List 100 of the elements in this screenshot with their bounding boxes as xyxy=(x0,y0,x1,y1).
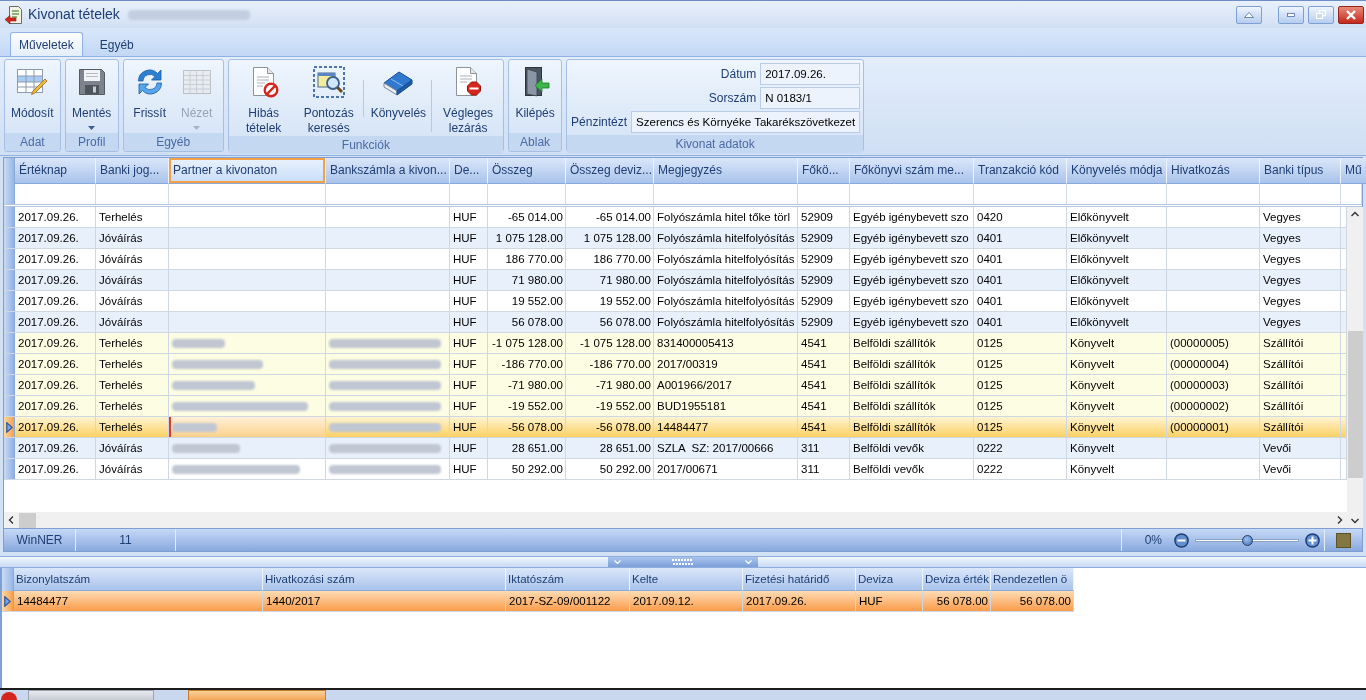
table-row[interactable]: 2017.09.26. Terhelés HUF -65 014.00 -65 014.00 Folyószámla hitel tőke törl 52909 Egyéb igénybevett szo 0420 Előkönyvelt Vegyes xyxy=(4,207,1347,228)
column-header[interactable]: Deviza xyxy=(856,568,923,591)
table-cell: Folyószámla hitelfolyósítás xyxy=(654,249,798,269)
score-search-button[interactable]: Pontozás keresés xyxy=(296,63,361,136)
table-cell: (00000001) xyxy=(1167,417,1260,437)
faulty-items-button[interactable]: Hibás tételek xyxy=(231,63,296,136)
table-row[interactable]: 14484477 1440/2017 2017-SZ-09/001122 2017.09.12. 2017.09.26. HUF 56 078.00 56 078.00 xyxy=(2,591,1074,612)
column-header[interactable]: Tranzakció kód xyxy=(974,158,1067,184)
refresh-button[interactable]: Frissít xyxy=(126,63,173,121)
table-row[interactable]: 2017.09.26. Jóváírás HUF 56 078.00 56 078.00 Folyószámla hitelfolyósítás 52909 Egyéb igénybevett szo 0401 Előkönyvelt Vegyes xyxy=(4,312,1347,333)
chevron-right-icon[interactable] xyxy=(1337,516,1343,524)
table-cell: 0125 xyxy=(974,375,1067,395)
column-header[interactable]: Összeg deviz... xyxy=(566,158,654,184)
table-row[interactable]: 2017.09.26. Jóváírás HUF 28 651.00 28 651.00 SZLA SZ: 2017/00666 311 Belföldi vevők 0222 Könyvelt Vevői xyxy=(4,438,1347,459)
column-header[interactable]: Főkönyvi szám me... xyxy=(850,158,974,184)
vertical-scrollbar[interactable] xyxy=(1347,207,1363,528)
table-cell: Jóváírás xyxy=(96,291,169,311)
table-row[interactable]: 2017.09.26. Jóváírás HUF 19 552.00 19 552.00 Folyószámla hitelfolyósítás 52909 Egyéb igénybevett szo 0401 Előkönyvelt Vegyes xyxy=(4,291,1347,312)
table-cell: Terhelés xyxy=(96,333,169,353)
table-cell: Belföldi szállítók xyxy=(850,396,974,416)
finalize-button[interactable]: Végleges lezárás xyxy=(430,63,501,136)
column-header[interactable]: Kelte xyxy=(630,568,743,591)
table-row[interactable]: 2017.09.26. Terhelés HUF -56 078.00 -56 078.00 14484477 4541 Belföldi szállítók 0125 Könyvelt (00000001) Szállítói xyxy=(4,417,1347,438)
table-cell: -186 770.00 xyxy=(566,354,654,374)
column-header[interactable]: Fizetési határidő xyxy=(743,568,856,591)
table-cell: 2017/00319 xyxy=(654,354,798,374)
row-header[interactable] xyxy=(2,591,14,611)
save-button[interactable]: Mentés xyxy=(68,63,115,130)
table-row[interactable]: 2017.09.26. Jóváírás HUF 186 770.00 186 770.00 Folyószámla hitelfolyósítás 52909 Egyéb igénybevett szo 0401 Előkönyvelt Vegyes xyxy=(4,249,1347,270)
table-row[interactable]: 2017.09.26. Jóváírás HUF 71 980.00 71 980.00 Folyószámla hitelfolyósítás 52909 Egyéb igénybevett szo 0401 Előkönyvelt Vegyes xyxy=(4,270,1347,291)
table-cell: 56 078.00 xyxy=(923,591,991,611)
column-header[interactable]: Összeg xyxy=(488,158,566,184)
column-header[interactable]: Banki típus xyxy=(1260,158,1341,184)
horizontal-scrollbar[interactable] xyxy=(4,512,1347,528)
table-cell: Vevői xyxy=(1260,459,1341,479)
table-cell: 0125 xyxy=(974,333,1067,353)
row-header[interactable] xyxy=(4,417,15,437)
table-cell: 0401 xyxy=(974,228,1067,248)
scrollbar-thumb[interactable] xyxy=(19,512,36,528)
table-cell: 71 980.00 xyxy=(566,270,654,290)
chevron-left-icon[interactable] xyxy=(8,516,14,524)
column-header[interactable]: Könyvelés módja xyxy=(1067,158,1167,184)
text-field[interactable]: N 0183/1 xyxy=(760,87,861,109)
taskbar-button[interactable] xyxy=(188,690,326,700)
posting-button[interactable]: Könyvelés xyxy=(361,63,430,121)
table-cell: Belföldi vevők xyxy=(850,438,974,458)
table-cell: 52909 xyxy=(798,312,850,332)
column-header[interactable]: Banki jog... xyxy=(96,158,169,184)
table-cell: 0401 xyxy=(974,312,1067,332)
table-row[interactable]: 2017.09.26. Terhelés HUF -71 980.00 -71 980.00 A001966/2017 4541 Belföldi szállítók 0125 Könyvelt (00000003) Szállítói xyxy=(4,375,1347,396)
table-cell: Jóváírás xyxy=(96,459,169,479)
table-row[interactable]: 2017.09.26. Jóváírás HUF 1 075 128.00 1 075 128.00 Folyószámla hitelfolyósítás 52909 Egyéb igénybevett szo 0401 Előkönyvelt Vegyes xyxy=(4,228,1347,249)
column-header[interactable]: Partner a kivonaton xyxy=(169,158,326,184)
table-cell: Vegyes xyxy=(1260,249,1341,269)
column-header[interactable]: Rendezetlen ö xyxy=(991,568,1074,591)
text-field[interactable]: 2017.09.26. xyxy=(760,63,861,85)
ribbon-tab[interactable]: Egyéb xyxy=(90,32,143,56)
table-row[interactable]: 2017.09.26. Terhelés HUF -19 552.00 -19 552.00 BUD1955181 4541 Belföldi szállítók 0125 Könyvelt (00000002) Szállítói xyxy=(4,396,1347,417)
column-header[interactable]: Mű xyxy=(1341,158,1366,184)
field-label: Sorszám xyxy=(708,90,757,107)
grip-icon[interactable] xyxy=(672,559,694,565)
table-cell: Szállítói xyxy=(1260,354,1341,374)
zoom-in-icon[interactable] xyxy=(1305,532,1320,548)
column-header[interactable]: Hivatkozás xyxy=(1167,158,1260,184)
column-header[interactable]: Deviza érték xyxy=(923,568,991,591)
table-cell: Vegyes xyxy=(1260,228,1341,248)
close-button[interactable] xyxy=(1338,5,1364,24)
caret-down-icon[interactable] xyxy=(745,560,752,564)
table-cell: 14484477 xyxy=(14,591,263,611)
table-cell: 831400005413 xyxy=(654,333,798,353)
table-row[interactable]: 2017.09.26. Terhelés HUF -186 770.00 -186 770.00 2017/00319 4541 Belföldi szállítók 0125 Könyvelt (00000004) Szállítói xyxy=(4,354,1347,375)
table-cell: 0420 xyxy=(974,207,1067,227)
chevron-down-icon[interactable] xyxy=(1351,518,1359,524)
table-cell: 52909 xyxy=(798,207,850,227)
table-row[interactable]: 2017.09.26. Jóváírás HUF 50 292.00 50 292.00 2017/00671 311 Belföldi vevők 0222 Könyvelt Vevői xyxy=(4,459,1347,480)
ribbon-tab[interactable]: Műveletek xyxy=(10,32,83,56)
column-header[interactable]: Bankszámla a kivon... xyxy=(326,158,450,184)
column-header[interactable]: Megjegyzés xyxy=(654,158,798,184)
column-header[interactable]: Bizonylatszám xyxy=(14,568,263,591)
chevron-up-icon[interactable] xyxy=(1351,211,1359,217)
exit-button[interactable]: Kilépés xyxy=(512,63,559,121)
column-header[interactable]: De... xyxy=(450,158,488,184)
caret-down-icon xyxy=(88,126,96,130)
column-header[interactable]: Hivatkozási szám xyxy=(263,568,506,591)
table-row[interactable]: 2017.09.26. Terhelés HUF -1 075 128.00 -1 075 128.00 831400005413 4541 Belföldi szállítók 0125 Könyvelt (00000005) Szállítói xyxy=(4,333,1347,354)
slider-thumb[interactable] xyxy=(1242,534,1253,546)
minimize-button[interactable] xyxy=(1278,5,1304,24)
zoom-out-icon[interactable] xyxy=(1174,532,1189,548)
ribbon-collapse-button[interactable] xyxy=(1236,5,1262,24)
table-cell: -56 078.00 xyxy=(566,417,654,437)
text-field[interactable]: Szerencs és Környéke Takarékszövetkezet xyxy=(631,111,861,133)
taskbar-button[interactable] xyxy=(28,690,154,700)
modify-button[interactable]: Módosít xyxy=(8,63,57,121)
caret-down-icon[interactable] xyxy=(614,560,621,564)
column-header[interactable]: Főkö... xyxy=(798,158,850,184)
splitter-bar[interactable] xyxy=(0,556,1366,568)
column-header[interactable]: Iktatószám xyxy=(506,568,630,591)
column-header[interactable]: Értéknap xyxy=(15,158,96,184)
splitter-handle[interactable] xyxy=(608,557,758,567)
scrollbar-thumb[interactable] xyxy=(1347,331,1363,478)
